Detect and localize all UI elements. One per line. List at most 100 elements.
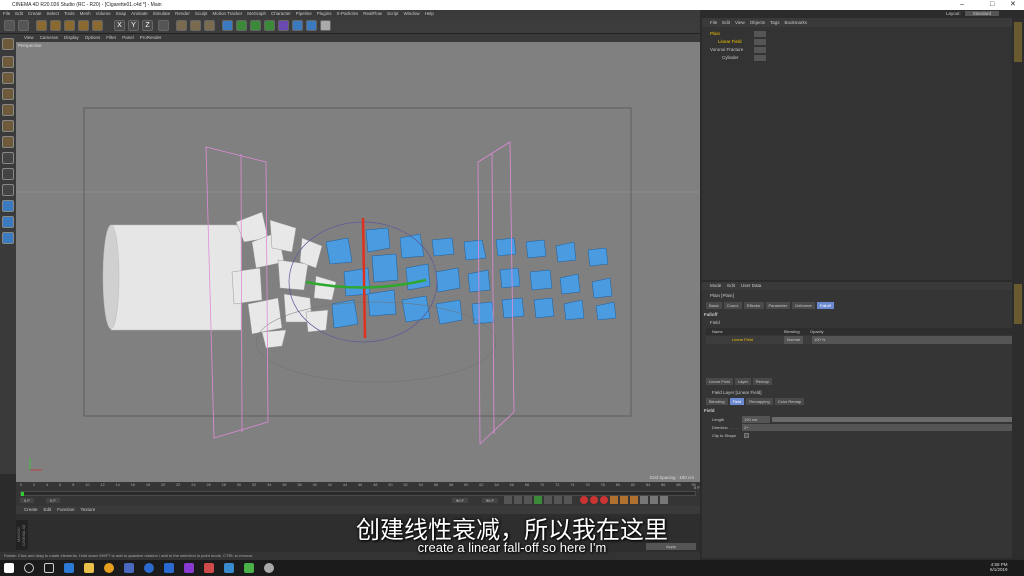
menu-select[interactable]: Select — [47, 10, 60, 18]
visibility-toggle-icon[interactable] — [754, 47, 766, 53]
photoshop-icon[interactable] — [164, 563, 174, 573]
menu-plugins[interactable]: Plugins — [317, 10, 332, 18]
tab-coord-[interactable]: Coord. — [723, 302, 742, 309]
move-icon[interactable] — [50, 20, 61, 31]
max-frame-field[interactable]: 90 F — [482, 498, 499, 503]
undo-icon[interactable] — [4, 20, 15, 31]
play-icon[interactable] — [534, 496, 542, 504]
object-menu-tags[interactable]: Tags — [770, 18, 780, 27]
tab-deformer[interactable]: Deformer — [792, 302, 815, 309]
photoshop-icon[interactable] — [224, 563, 234, 573]
keyframe-selection-icon[interactable] — [600, 496, 608, 504]
menu-file[interactable]: File — [3, 10, 10, 18]
menu-pipeline[interactable]: Pipeline — [296, 10, 312, 18]
tab-remapping[interactable]: Remapping — [746, 398, 773, 405]
viewport-menu-panel[interactable]: Panel — [122, 34, 134, 42]
points-mode-icon[interactable] — [2, 104, 14, 116]
app-icon[interactable] — [204, 563, 214, 573]
tab-blending[interactable]: Blending — [706, 398, 728, 405]
file-explorer-icon[interactable] — [84, 563, 94, 573]
make-editable-icon[interactable] — [2, 38, 14, 50]
polygons-mode-icon[interactable] — [2, 136, 14, 148]
pla-key-icon[interactable] — [650, 496, 658, 504]
minimize-button[interactable]: – — [960, 0, 964, 10]
position-key-icon[interactable] — [610, 496, 618, 504]
edges-mode-icon[interactable] — [2, 120, 14, 132]
planar-workplane-icon[interactable] — [2, 216, 14, 228]
autokey-icon[interactable] — [590, 496, 598, 504]
prev-key-icon[interactable] — [514, 496, 522, 504]
y-axis-button[interactable]: Y — [128, 20, 139, 31]
z-axis-button[interactable]: Z — [142, 20, 153, 31]
playhead[interactable] — [21, 492, 24, 496]
objects-tab[interactable] — [1014, 22, 1022, 62]
last-tool-icon[interactable] — [92, 20, 103, 31]
attribute-menu-user-data[interactable]: User Data — [741, 282, 761, 290]
x-axis-button[interactable]: X — [114, 20, 125, 31]
cinema4d-icon[interactable] — [144, 563, 154, 573]
floor-icon[interactable] — [292, 20, 303, 31]
tab-field[interactable]: Field — [729, 398, 745, 405]
close-button[interactable]: ✕ — [1010, 0, 1016, 10]
search-icon[interactable] — [24, 563, 34, 573]
visibility-toggle-icon[interactable] — [754, 55, 766, 61]
tab-layer[interactable]: Layer — [734, 378, 751, 385]
object-menu-file[interactable]: File — [710, 18, 717, 27]
menu-edit[interactable]: Edit — [15, 10, 23, 18]
viewport-menu-cameras[interactable]: Cameras — [40, 34, 58, 42]
deformer-icon[interactable] — [278, 20, 289, 31]
enable-axis-icon[interactable] — [2, 152, 14, 164]
menu-window[interactable]: Window — [404, 10, 420, 18]
viewport-menu-options[interactable]: Options — [85, 34, 101, 42]
app-icon[interactable] — [264, 563, 274, 573]
rotate-icon[interactable] — [78, 20, 89, 31]
frame-field[interactable]: 0 F — [46, 498, 60, 503]
attribute-menu-mode[interactable]: Mode — [710, 282, 721, 290]
timeline-ruler[interactable]: 0 2 4 6 8 10 12 14 16 18 20 22 24 26 28 30 32 34 36 38 40 42 4… — [20, 483, 696, 490]
menu-motion-tracker[interactable]: Motion Tracker — [212, 10, 242, 18]
scale-icon[interactable] — [64, 20, 75, 31]
array-icon[interactable] — [264, 20, 275, 31]
render-settings-icon[interactable] — [204, 20, 215, 31]
menu-animate[interactable]: Animate — [131, 10, 148, 18]
locked-workplane-icon[interactable] — [2, 200, 14, 212]
start-frame-field[interactable]: 0 F — [20, 498, 34, 503]
workplane-icon[interactable] — [2, 88, 14, 100]
timeline-settings-icon[interactable] — [660, 496, 668, 504]
viewport-menu-display[interactable]: Display — [64, 34, 79, 42]
menu-realflow[interactable]: RealFlow — [363, 10, 382, 18]
object-row-plain[interactable]: Plain — [702, 30, 1012, 38]
object-row-linear-field[interactable]: Linear Field — [702, 38, 1012, 46]
snap-icon[interactable] — [2, 184, 14, 196]
field-row-blending[interactable]: Normal — [784, 336, 803, 344]
go-to-start-icon[interactable] — [504, 496, 512, 504]
menu-tools[interactable]: Tools — [64, 10, 75, 18]
menu-snap[interactable]: Snap — [116, 10, 127, 18]
go-to-end-icon[interactable] — [564, 496, 572, 504]
select-icon[interactable] — [36, 20, 47, 31]
field-list-row[interactable]: Linear Field Normal 100 % — [706, 336, 1012, 344]
next-key-icon[interactable] — [554, 496, 562, 504]
tab-color-remap[interactable]: Color Remap — [774, 398, 805, 405]
maximize-button[interactable]: □ — [990, 0, 994, 10]
cube-icon[interactable] — [222, 20, 233, 31]
redo-icon[interactable] — [18, 20, 29, 31]
object-row-voronoi-fracture[interactable]: Voronoi Fracture — [702, 46, 1012, 54]
menu-character[interactable]: Character — [271, 10, 291, 18]
edge-icon[interactable] — [64, 563, 74, 573]
object-menu-objects[interactable]: Objects — [750, 18, 765, 27]
field-row-opacity[interactable]: 100 % — [812, 336, 1012, 344]
light-icon[interactable] — [320, 20, 331, 31]
layout-selector[interactable]: Layout: Standard — [946, 11, 1000, 16]
menu-simulate[interactable]: Simulate — [153, 10, 171, 18]
visibility-toggle-icon[interactable] — [754, 31, 766, 37]
app-icon[interactable] — [124, 563, 134, 573]
length-input[interactable]: 100 cm — [742, 416, 770, 423]
menu-sculpt[interactable]: Sculpt — [195, 10, 208, 18]
prev-frame-icon[interactable] — [524, 496, 532, 504]
clip-checkbox[interactable] — [744, 433, 749, 438]
solo-icon[interactable] — [2, 232, 14, 244]
menu-create[interactable]: Create — [28, 10, 42, 18]
task-view-icon[interactable] — [44, 563, 54, 573]
coord-system-icon[interactable] — [158, 20, 169, 31]
